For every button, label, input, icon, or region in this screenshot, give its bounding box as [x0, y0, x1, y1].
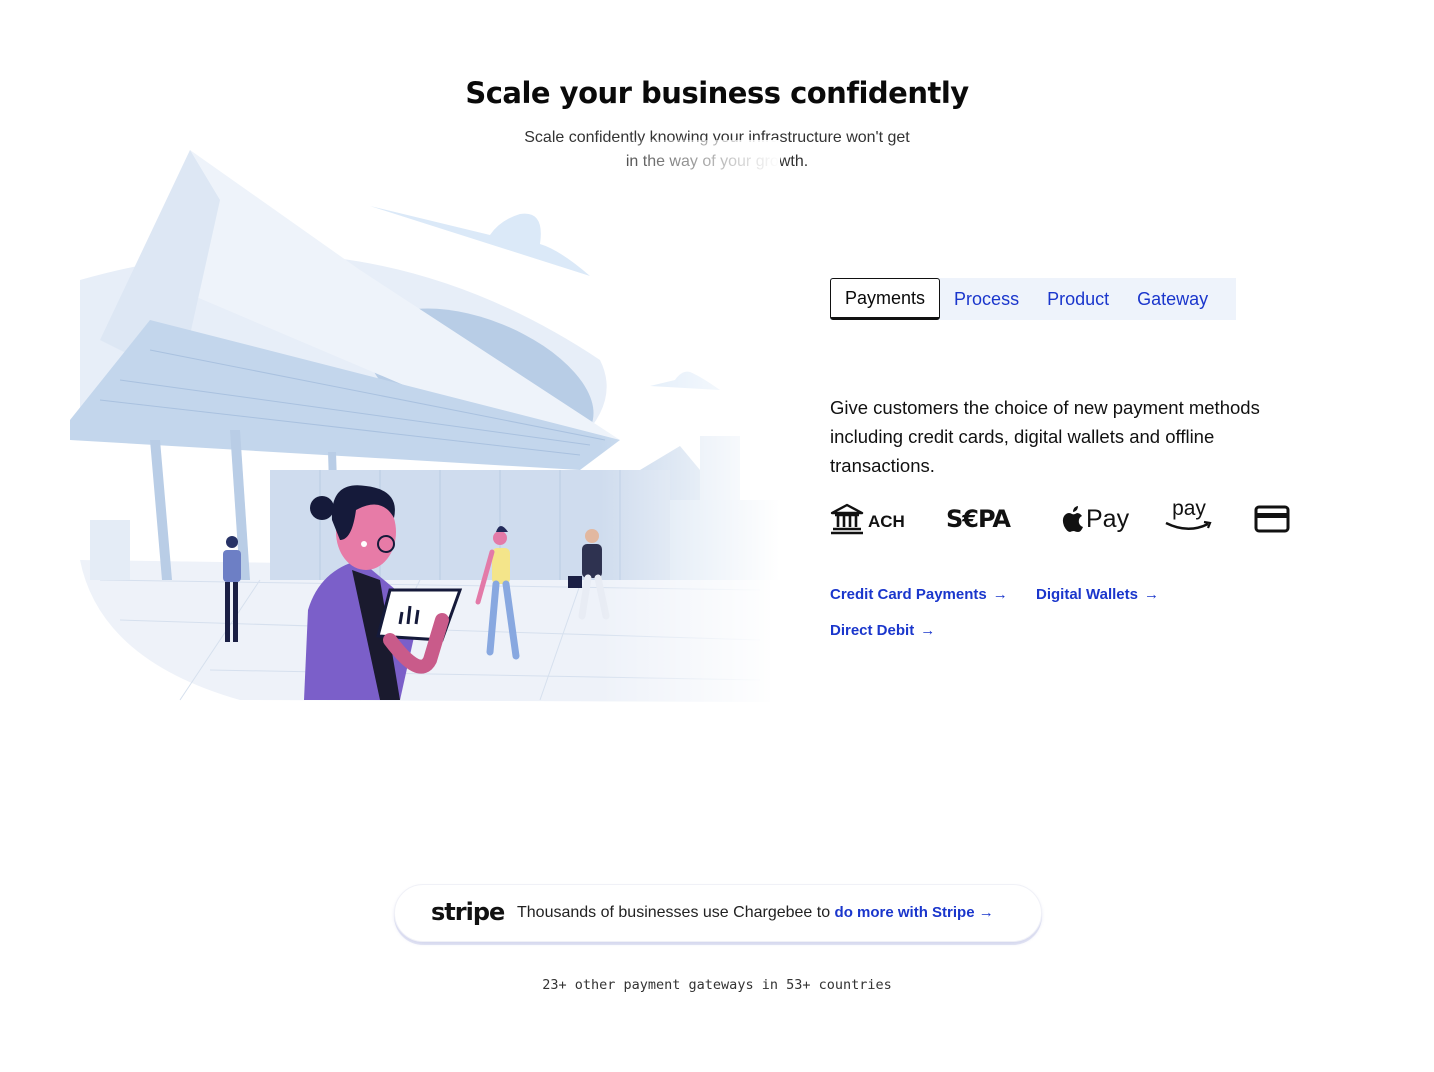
- arrow-right-icon: →: [1143, 586, 1159, 603]
- apple-icon: [1062, 506, 1083, 532]
- digital-wallets-link[interactable]: Digital Wallets →: [1036, 586, 1159, 603]
- page-title: Scale your business confidently: [465, 76, 969, 110]
- ach-method: ACH: [830, 500, 905, 538]
- card-method: [1254, 500, 1290, 538]
- stripe-text: Thousands of businesses use Chargebee to…: [517, 904, 994, 921]
- apple-pay-logo: Pay: [1062, 500, 1129, 538]
- tab-product[interactable]: Product: [1033, 278, 1123, 320]
- feature-tabs: Payments Process Product Gateway: [830, 278, 1236, 320]
- amazon-pay-logo: pay: [1164, 498, 1214, 536]
- credit-card-payments-link[interactable]: Credit Card Payments →: [830, 586, 1008, 603]
- stripe-banner: stripe Thousands of businesses use Charg…: [394, 884, 1042, 942]
- building-illustration: [60, 140, 780, 710]
- stripe-link[interactable]: do more with Stripe →: [835, 904, 994, 921]
- arrow-right-icon: →: [920, 622, 936, 639]
- direct-debit-link[interactable]: Direct Debit →: [830, 622, 935, 639]
- payments-description: Give customers the choice of new payment…: [830, 397, 1260, 476]
- tab-gateway[interactable]: Gateway: [1123, 278, 1222, 320]
- tab-payments[interactable]: Payments: [830, 278, 941, 320]
- stripe-logo: stripe: [431, 898, 505, 926]
- bank-icon: [830, 503, 864, 535]
- arrow-right-icon: →: [992, 586, 1008, 603]
- payment-methods: ACH S€PA Pay pay: [830, 498, 1300, 540]
- arrow-right-icon: →: [978, 904, 994, 921]
- sepa-logo: S€PA: [946, 505, 1011, 533]
- credit-card-icon: [1254, 505, 1290, 533]
- amazon-smile-icon: [1165, 520, 1212, 530]
- gateways-note: 23+ other payment gateways in 53+ countr…: [542, 977, 892, 993]
- ach-label: ACH: [868, 512, 905, 531]
- tab-process[interactable]: Process: [940, 278, 1033, 320]
